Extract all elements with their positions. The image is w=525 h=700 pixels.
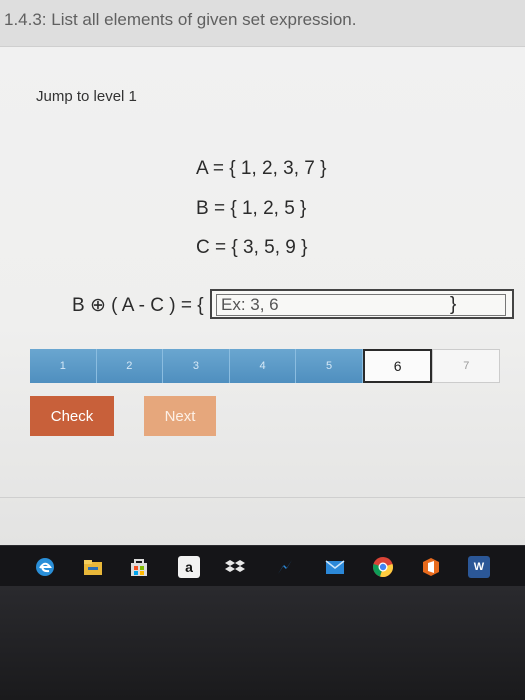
next-button[interactable]: Next bbox=[144, 396, 216, 436]
level-7[interactable]: 7 bbox=[432, 349, 501, 383]
mail-icon[interactable] bbox=[324, 556, 346, 578]
set-c: C = { 3, 5, 9 } bbox=[196, 237, 308, 258]
level-6-current[interactable]: 6 bbox=[362, 349, 433, 383]
jump-to-level-link[interactable]: Jump to level 1 bbox=[36, 88, 137, 105]
file-explorer-icon[interactable] bbox=[82, 556, 104, 578]
edge-icon[interactable] bbox=[34, 556, 56, 578]
browser-page: 1.4.3: List all elements of given set ex… bbox=[0, 0, 525, 545]
level-1[interactable]: 1 bbox=[30, 349, 97, 383]
set-b: B = { 1, 2, 5 } bbox=[196, 198, 307, 219]
check-button[interactable]: Check bbox=[30, 396, 114, 436]
activity-title: 1.4.3: List all elements of given set ex… bbox=[4, 10, 357, 29]
set-a: A = { 1, 2, 3, 7 } bbox=[196, 158, 327, 179]
divider bbox=[0, 497, 525, 498]
office-icon[interactable] bbox=[420, 556, 442, 578]
expression-row: B ⊕ ( A - C ) = { } bbox=[72, 289, 514, 323]
amazon-icon[interactable]: a bbox=[178, 556, 200, 578]
messenger-icon[interactable] bbox=[274, 556, 296, 578]
expression-close-brace: } bbox=[450, 294, 457, 315]
chrome-icon[interactable] bbox=[372, 556, 394, 578]
level-3[interactable]: 3 bbox=[163, 349, 230, 383]
answer-box bbox=[210, 289, 514, 319]
level-4[interactable]: 4 bbox=[229, 349, 297, 383]
laptop-bezel bbox=[0, 586, 525, 700]
answer-input[interactable] bbox=[216, 294, 506, 316]
level-progress-bar: 1 2 3 4 5 6 7 bbox=[30, 349, 501, 383]
level-2[interactable]: 2 bbox=[96, 349, 164, 383]
store-icon[interactable] bbox=[128, 556, 150, 578]
word-icon[interactable]: W bbox=[468, 556, 490, 578]
dropbox-icon[interactable] bbox=[224, 556, 246, 578]
windows-taskbar: a W bbox=[0, 545, 525, 586]
level-5[interactable]: 5 bbox=[296, 349, 363, 383]
expression-label: B ⊕ ( A - C ) = { bbox=[72, 295, 204, 316]
activity-header: 1.4.3: List all elements of given set ex… bbox=[0, 0, 525, 47]
